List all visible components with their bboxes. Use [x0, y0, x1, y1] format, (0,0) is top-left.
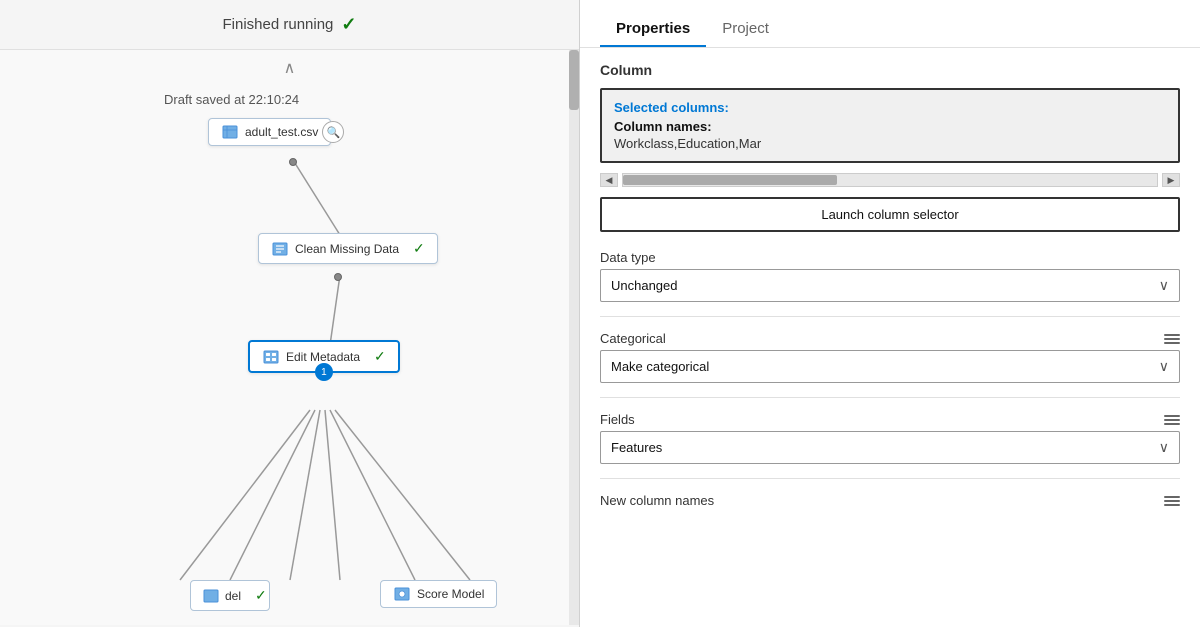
properties-panel: Properties Project Column Selected colum…: [580, 0, 1200, 627]
fields-chevron: ∨: [1159, 439, 1169, 456]
node-label: Edit Metadata: [286, 350, 360, 364]
categorical-row: Categorical Make categorical ∨: [600, 331, 1180, 383]
categorical-dropdown[interactable]: Make categorical ∨: [600, 350, 1180, 383]
node-checkmark: ✓: [413, 240, 425, 257]
column-names-value: Workclass,Education,Mar: [614, 136, 1166, 151]
new-column-names-label: New column names: [600, 493, 714, 508]
properties-tabs: Properties Project: [580, 0, 1200, 48]
data-type-value: Unchanged: [611, 278, 678, 293]
partial-label: del: [225, 589, 241, 603]
node-label: Clean Missing Data: [295, 242, 399, 256]
data-type-chevron: ∨: [1159, 277, 1169, 294]
scroll-track[interactable]: [622, 173, 1158, 187]
node-adult-test[interactable]: adult_test.csv 🔍: [208, 118, 331, 146]
scroll-right-button[interactable]: ▶: [1162, 173, 1180, 187]
fields-value: Features: [611, 440, 662, 455]
canvas-scrollbar[interactable]: [569, 50, 579, 625]
section-title: Column: [600, 62, 1180, 78]
fields-label: Fields: [600, 412, 635, 427]
fields-dropdown[interactable]: Features ∨: [600, 431, 1180, 464]
scrollbar-thumb[interactable]: [569, 50, 579, 110]
draft-saved-label: Draft saved at 22:10:24: [160, 90, 303, 109]
new-column-names-menu-icon[interactable]: [1164, 496, 1180, 506]
column-horizontal-scrollbar[interactable]: ◀ ▶: [600, 173, 1180, 187]
fields-row: Fields Features ∨: [600, 412, 1180, 464]
canvas-panel: Finished running ✓ Draft saved at 22:10:…: [0, 0, 580, 627]
launch-column-selector-button[interactable]: Launch column selector: [600, 197, 1180, 232]
scroll-thumb: [623, 175, 837, 185]
data-type-dropdown[interactable]: Unchanged ∨: [600, 269, 1180, 302]
new-column-names-row: New column names: [600, 493, 1180, 508]
conn-dot-2: [334, 273, 342, 281]
node-clean-missing[interactable]: Clean Missing Data ✓: [258, 233, 438, 264]
node-search-button[interactable]: 🔍: [322, 121, 344, 143]
tab-project[interactable]: Project: [706, 12, 785, 47]
scroll-left-button[interactable]: ◀: [600, 173, 618, 187]
data-type-label: Data type: [600, 250, 656, 265]
divider-1: [600, 316, 1180, 317]
tab-properties[interactable]: Properties: [600, 12, 706, 47]
node-edit-metadata[interactable]: Edit Metadata ✓ 1: [248, 340, 400, 373]
check-icon: ✓: [341, 14, 356, 35]
data-type-row: Data type Unchanged ∨: [600, 250, 1180, 302]
node-score-model[interactable]: Score Model: [380, 580, 497, 608]
categorical-menu-icon[interactable]: [1164, 334, 1180, 344]
categorical-label: Categorical: [600, 331, 666, 346]
column-names-label: Column names:: [614, 119, 1166, 134]
divider-2: [600, 397, 1180, 398]
module-icon: [271, 242, 289, 256]
metadata-icon: [262, 350, 280, 364]
score-icon: [393, 587, 411, 601]
scroll-up-button[interactable]: ∧: [284, 58, 296, 78]
dataset-icon: [221, 125, 239, 139]
node-label: Score Model: [417, 587, 484, 601]
selected-columns-box: Selected columns: Column names: Workclas…: [600, 88, 1180, 163]
partial-check: ✓: [255, 587, 267, 604]
node-badge: 1: [315, 363, 333, 381]
canvas-body: Draft saved at 22:10:24 ∧: [0, 50, 579, 625]
fields-menu-icon[interactable]: [1164, 415, 1180, 425]
module-icon-partial: [203, 589, 219, 603]
node-label: adult_test.csv: [245, 125, 318, 139]
node-checkmark: ✓: [374, 348, 386, 365]
status-text: Finished running: [223, 16, 334, 33]
selected-columns-label: Selected columns:: [614, 100, 1166, 115]
divider-3: [600, 478, 1180, 479]
categorical-chevron: ∨: [1159, 358, 1169, 375]
conn-dot-1: [289, 158, 297, 166]
categorical-value: Make categorical: [611, 359, 709, 374]
canvas-header: Finished running ✓: [0, 0, 579, 50]
properties-content: Column Selected columns: Column names: W…: [580, 48, 1200, 536]
node-partial-left[interactable]: del ✓: [190, 580, 270, 611]
